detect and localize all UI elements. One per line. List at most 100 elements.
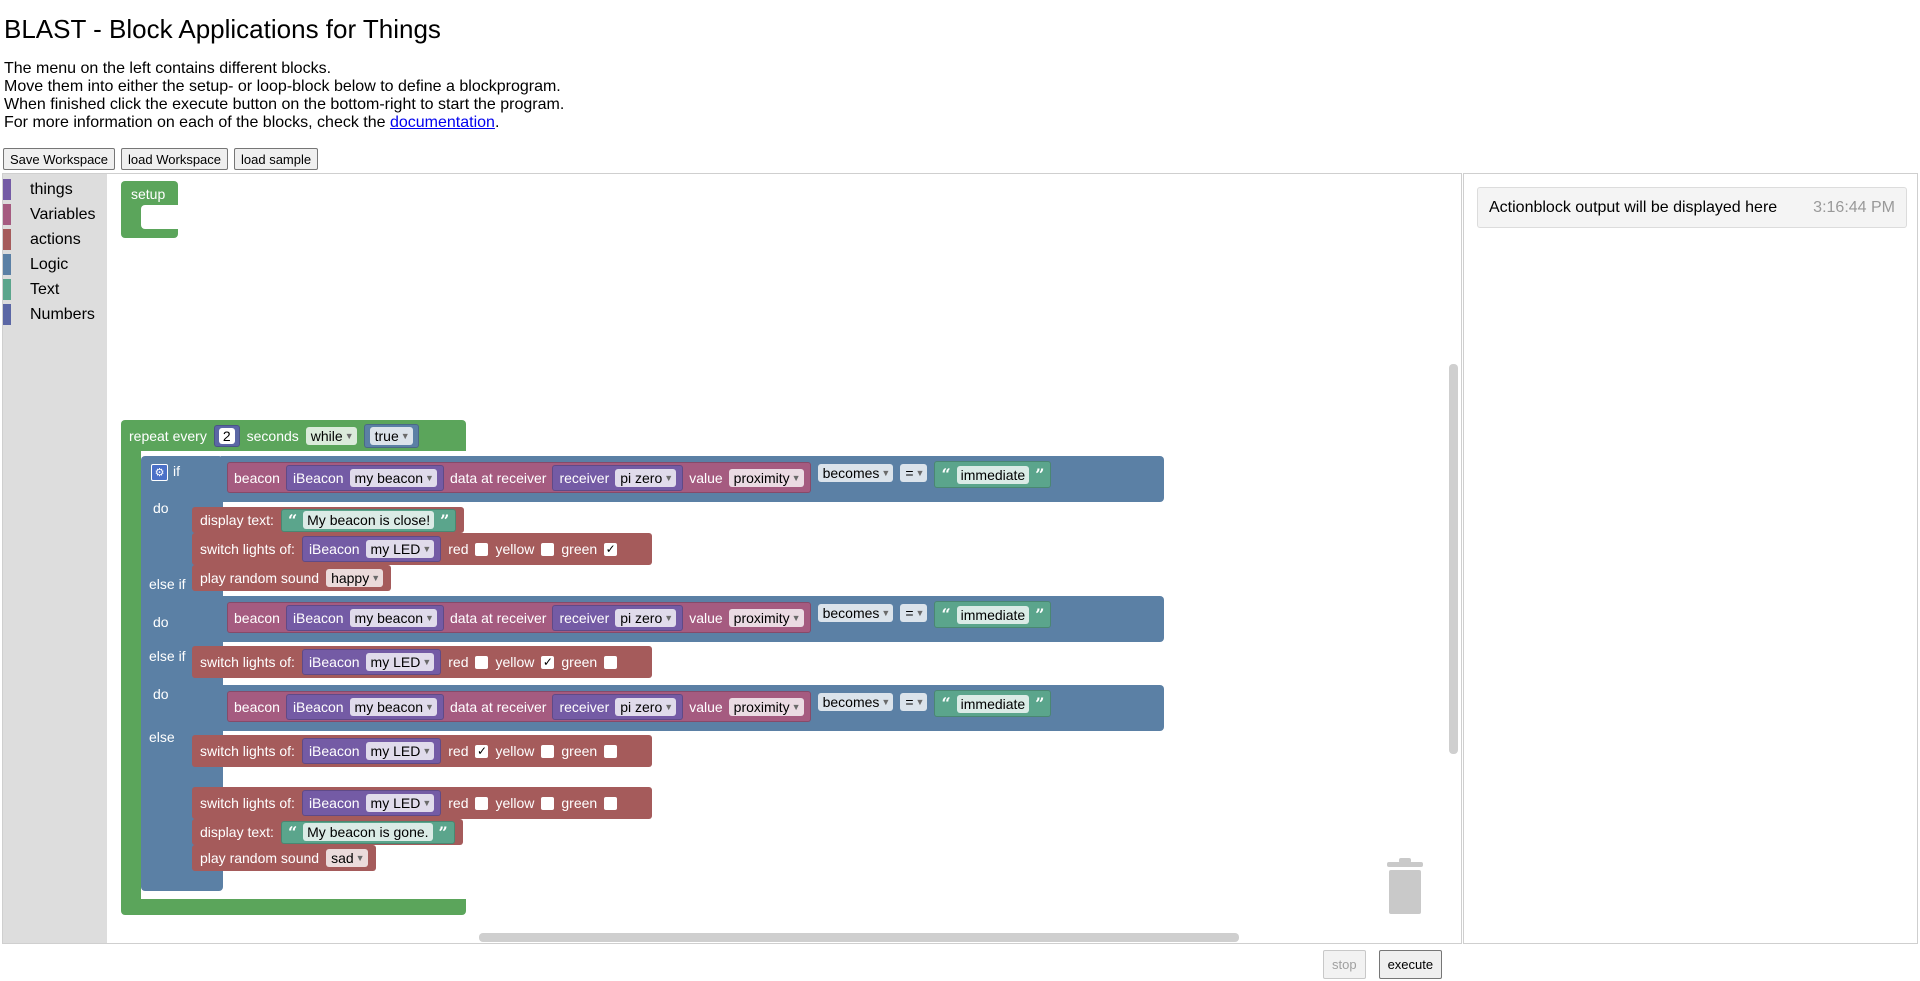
do-label: do <box>153 686 169 702</box>
boolean-dropdown[interactable]: true ▼ <box>369 426 413 445</box>
receiver-dropdown[interactable]: pi zero ▼ <box>615 697 677 716</box>
toolbox-category-numbers[interactable]: Numbers <box>3 302 107 327</box>
green-checkbox[interactable] <box>604 744 618 758</box>
load-workspace-button[interactable]: load Workspace <box>121 148 229 170</box>
led-dropdown[interactable]: my LED ▼ <box>365 742 435 760</box>
text-block[interactable]: “ immediate ” <box>934 690 1052 717</box>
receiver-dropdown[interactable]: pi zero ▼ <box>615 608 677 627</box>
operator-dropdown[interactable]: = ▼ <box>900 604 928 622</box>
category-label: Numbers <box>30 305 95 323</box>
chevron-down-icon: ▼ <box>425 701 434 712</box>
red-checkbox[interactable] <box>475 655 489 669</box>
vertical-scrollbar[interactable] <box>1449 364 1458 754</box>
beacon-dropdown[interactable]: my beacon ▼ <box>349 608 437 627</box>
text-input[interactable]: immediate <box>956 605 1030 624</box>
text-block[interactable]: “ immediate ” <box>934 461 1052 488</box>
display-text-block[interactable]: display text: “ My beacon is gone. ” <box>192 819 463 845</box>
toolbox-category-things[interactable]: things <box>3 177 107 202</box>
led-dropdown[interactable]: my LED ▼ <box>365 794 435 812</box>
ibeacon-block[interactable]: iBeacon my LED ▼ <box>301 536 442 562</box>
interval-input[interactable]: 2 <box>218 427 235 444</box>
receiver-block[interactable]: receiver pi zero ▼ <box>552 464 684 491</box>
text-block[interactable]: “ immediate ” <box>934 601 1052 628</box>
becomes-dropdown[interactable]: becomes ▼ <box>817 693 894 711</box>
red-checkbox[interactable] <box>475 796 489 810</box>
value-dropdown[interactable]: proximity ▼ <box>728 608 804 627</box>
receiver-value: pi zero <box>620 698 663 715</box>
toolbox-category-logic[interactable]: Logic <box>3 252 107 277</box>
switch-lights-block[interactable]: switch lights of: iBeacon my LED ▼ red ✓ ye… <box>192 735 652 767</box>
stop-button[interactable]: stop <box>1323 950 1366 979</box>
green-checkbox[interactable]: ✓ <box>604 542 618 556</box>
led-dropdown[interactable]: my LED ▼ <box>365 540 435 558</box>
becomes-value: becomes <box>822 694 880 710</box>
documentation-link[interactable]: documentation <box>390 114 495 131</box>
display-text-block[interactable]: display text: “ My beacon is close! ” <box>192 507 465 533</box>
execute-button[interactable]: execute <box>1378 950 1443 979</box>
receiver-block[interactable]: receiver pi zero ▼ <box>552 693 684 720</box>
condition-block[interactable]: beacon iBeacon my beacon ▼ data at receive… <box>221 685 1164 731</box>
sound-dropdown[interactable]: happy ▼ <box>326 569 384 587</box>
beacon-value: my beacon <box>354 698 424 715</box>
yellow-checkbox[interactable] <box>541 796 555 810</box>
beacon-data-block[interactable]: beacon iBeacon my beacon ▼ data at receive… <box>227 691 811 722</box>
ibeacon-block[interactable]: iBeacon my beacon ▼ <box>285 693 444 720</box>
close-quote-icon: ” <box>440 510 450 530</box>
value-dropdown[interactable]: proximity ▼ <box>728 468 804 487</box>
becomes-dropdown[interactable]: becomes ▼ <box>817 464 894 482</box>
beacon-data-block[interactable]: beacon iBeacon my beacon ▼ data at receive… <box>227 602 811 633</box>
switch-lights-block[interactable]: switch lights of: iBeacon my LED ▼ red yel… <box>192 787 652 819</box>
trash-icon[interactable] <box>1383 856 1427 916</box>
toolbox-category-actions[interactable]: actions <box>3 227 107 252</box>
load-sample-button[interactable]: load sample <box>234 148 319 170</box>
blockly-workspace[interactable]: things Variables actions Logic Text Numb… <box>2 173 1462 944</box>
green-checkbox[interactable] <box>604 796 618 810</box>
receiver-block[interactable]: receiver pi zero ▼ <box>552 604 684 631</box>
beacon-dropdown[interactable]: my beacon ▼ <box>349 468 437 487</box>
switch-lights-block[interactable]: switch lights of: iBeacon my LED ▼ red yel… <box>192 646 652 678</box>
yellow-checkbox[interactable] <box>541 744 555 758</box>
condition-block[interactable]: beacon iBeacon my beacon ▼ data at receive… <box>221 596 1164 642</box>
receiver-dropdown[interactable]: pi zero ▼ <box>615 468 677 487</box>
ibeacon-block[interactable]: iBeacon my LED ▼ <box>301 738 442 764</box>
horizontal-scrollbar[interactable] <box>479 933 1239 942</box>
repeat-mode-dropdown[interactable]: while ▼ <box>305 426 357 445</box>
beacon-dropdown[interactable]: my beacon ▼ <box>349 697 437 716</box>
play-sound-block[interactable]: play random sound happy ▼ <box>192 565 392 591</box>
ibeacon-block[interactable]: iBeacon my LED ▼ <box>301 649 442 675</box>
operator-dropdown[interactable]: = ▼ <box>900 693 928 711</box>
text-input[interactable]: My beacon is gone. <box>303 823 433 841</box>
green-checkbox[interactable] <box>604 655 618 669</box>
ibeacon-block[interactable]: iBeacon my LED ▼ <box>301 790 442 816</box>
toolbox-category-text[interactable]: Text <box>3 277 107 302</box>
setup-block[interactable]: setup <box>121 181 178 238</box>
category-label: Variables <box>30 205 96 223</box>
text-input[interactable]: immediate <box>956 694 1030 713</box>
operator-dropdown[interactable]: = ▼ <box>900 464 928 482</box>
red-checkbox[interactable] <box>475 542 489 556</box>
ibeacon-block[interactable]: iBeacon my beacon ▼ <box>285 464 444 491</box>
ibeacon-block[interactable]: iBeacon my beacon ▼ <box>285 604 444 631</box>
text-block[interactable]: “ My beacon is gone. ” <box>280 820 455 844</box>
toolbox-category-variables[interactable]: Variables <box>3 202 107 227</box>
value-dropdown[interactable]: proximity ▼ <box>728 697 804 716</box>
intro-text: The menu on the left contains different … <box>4 60 564 132</box>
text-block[interactable]: “ My beacon is close! ” <box>280 508 457 532</box>
text-input[interactable]: My beacon is close! <box>303 511 435 529</box>
number-block[interactable]: 2 <box>213 424 240 447</box>
boolean-block[interactable]: true ▼ <box>363 423 419 448</box>
switch-lights-block[interactable]: switch lights of: iBeacon my LED ▼ red yel… <box>192 533 652 565</box>
play-sound-block[interactable]: play random sound sad ▼ <box>192 845 376 871</box>
yellow-checkbox[interactable] <box>541 542 555 556</box>
sound-dropdown[interactable]: sad ▼ <box>326 849 368 867</box>
yellow-checkbox[interactable]: ✓ <box>541 655 555 669</box>
beacon-value: my beacon <box>354 609 424 626</box>
text-input[interactable]: immediate <box>956 465 1030 484</box>
red-checkbox[interactable]: ✓ <box>475 744 489 758</box>
beacon-data-block[interactable]: beacon iBeacon my beacon ▼ data at receive… <box>227 462 811 493</box>
gear-icon[interactable]: ⚙ <box>151 464 168 481</box>
led-dropdown[interactable]: my LED ▼ <box>365 653 435 671</box>
save-workspace-button[interactable]: Save Workspace <box>3 148 116 170</box>
condition-block[interactable]: beacon iBeacon my beacon ▼ data at receive… <box>221 456 1164 502</box>
becomes-dropdown[interactable]: becomes ▼ <box>817 604 894 622</box>
